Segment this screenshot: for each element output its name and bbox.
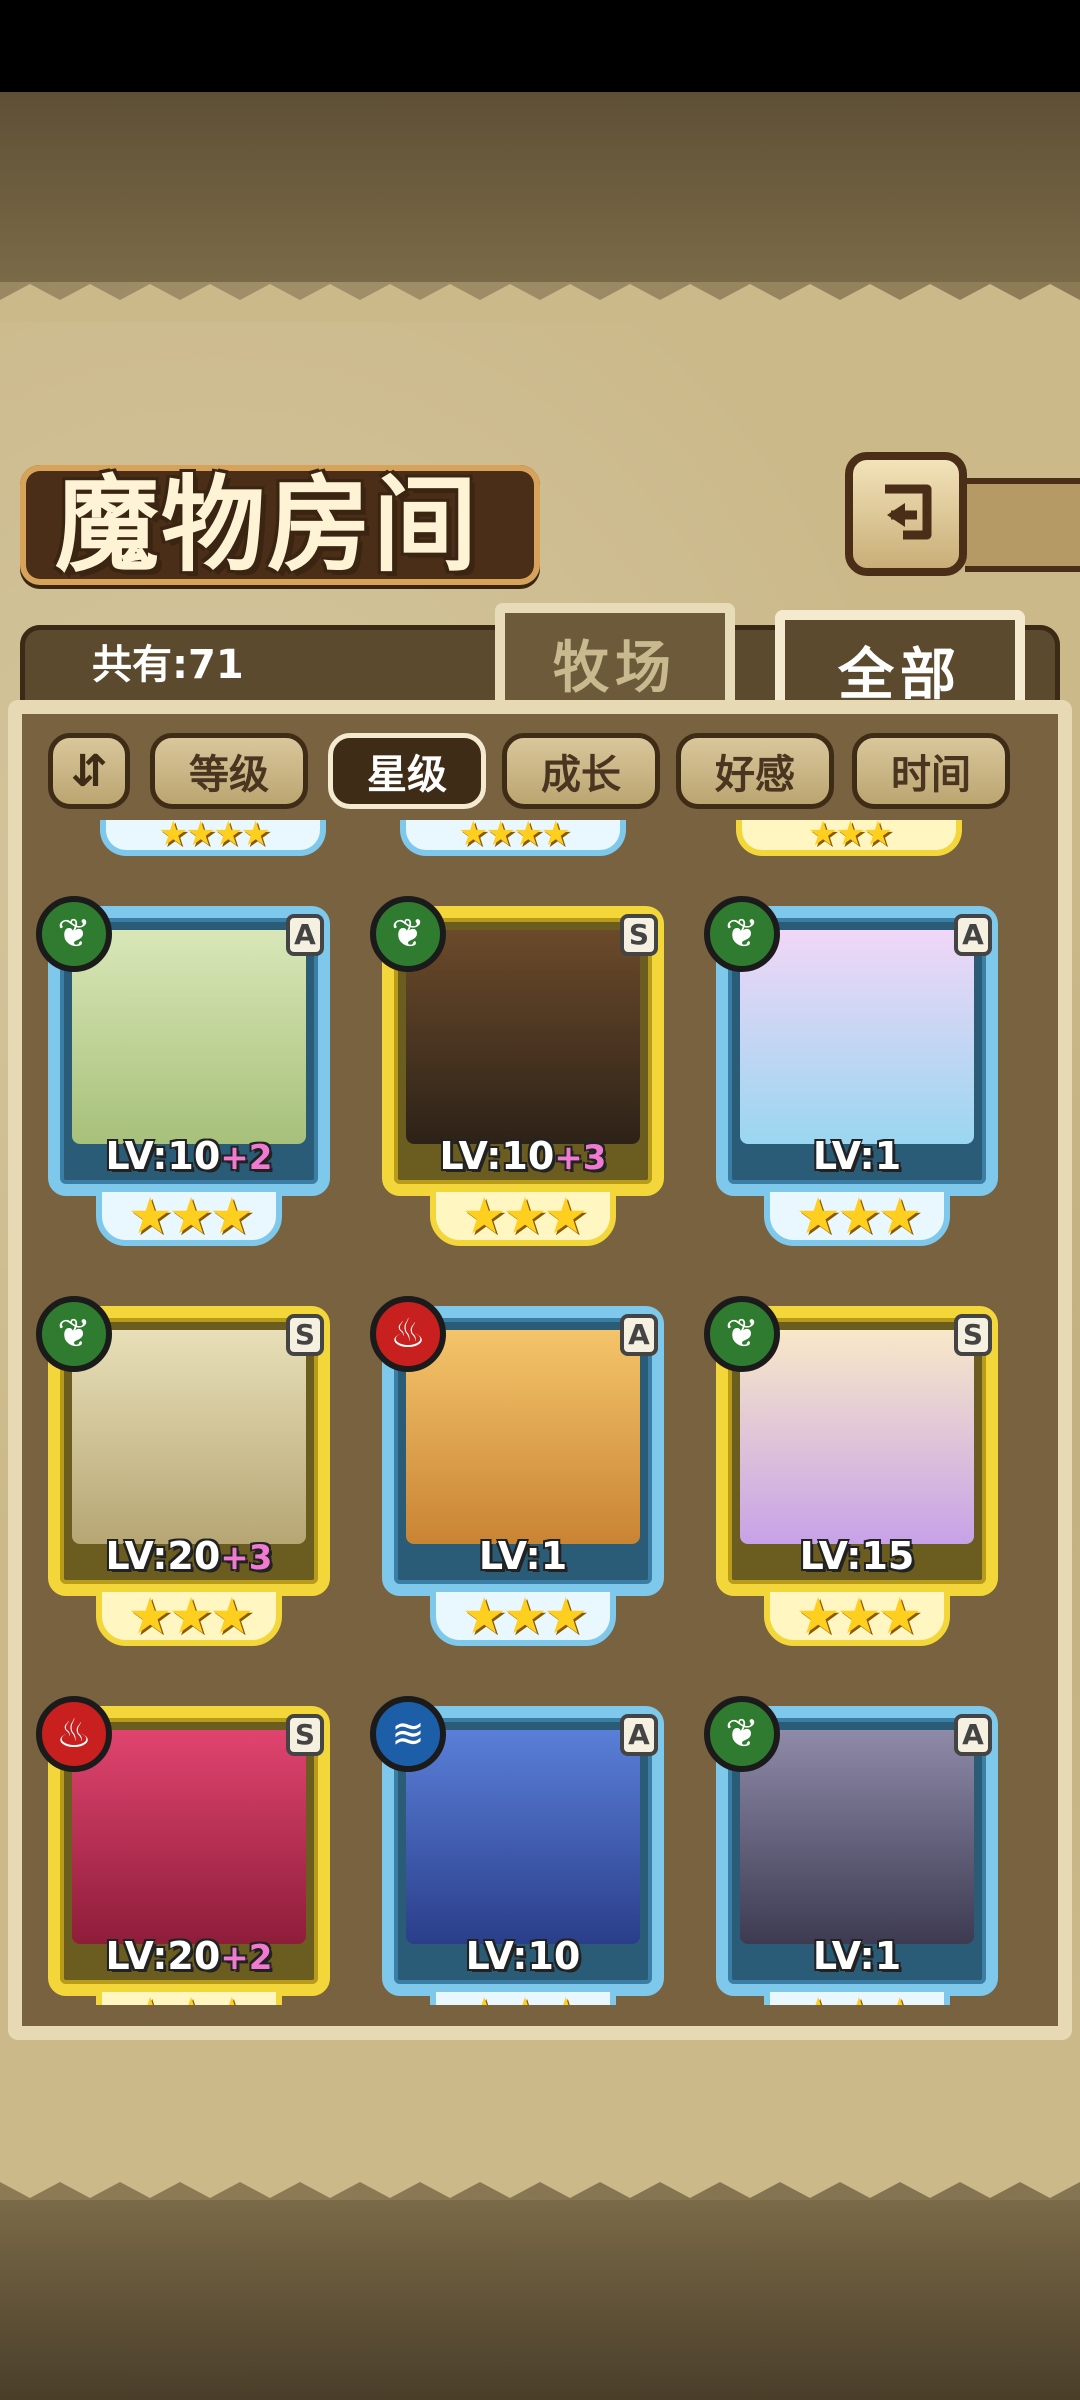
monster-card[interactable]: LV:10 A ≋ ★★★ — [370, 1696, 676, 2005]
level-text: LV:1 — [812, 1134, 902, 1178]
monster-portrait — [72, 1330, 306, 1544]
back-arrow-icon — [885, 484, 932, 540]
level-text: LV:1 — [812, 1934, 902, 1978]
monster-portrait — [406, 1730, 640, 1944]
star-rating: ★★★ — [430, 1186, 616, 1246]
level-text: LV:20 — [105, 1934, 221, 1978]
top-map-band — [0, 92, 1080, 282]
sort-star-button[interactable]: 星级 — [328, 733, 486, 809]
grass-element-icon: ❦ — [370, 896, 446, 972]
sort-order-icon[interactable]: ⇵ — [48, 733, 130, 809]
monster-portrait — [72, 1730, 306, 1944]
level-text: LV:15 — [799, 1534, 915, 1578]
monster-portrait — [740, 1330, 974, 1544]
status-bar — [0, 0, 1080, 92]
monster-card[interactable]: LV:10+3 S ❦ ★★★ — [370, 896, 676, 1256]
grass-element-icon: ❦ — [704, 896, 780, 972]
sort-level-button[interactable]: 等级 — [150, 733, 308, 809]
zigzag-edge-bottom — [0, 2160, 1080, 2198]
monster-card[interactable]: LV:10+2 A ❦ ★★★ — [36, 896, 342, 1256]
star-rating: ★★★ — [764, 1186, 950, 1246]
monster-portrait — [406, 930, 640, 1144]
star-rating: ★★★ — [430, 1986, 616, 2005]
sort-time-button[interactable]: 时间 — [852, 733, 1010, 809]
grass-element-icon: ❦ — [704, 1696, 780, 1772]
fire-element-icon: ♨ — [36, 1696, 112, 1772]
monster-portrait — [740, 930, 974, 1144]
level-bonus: +2 — [220, 1938, 273, 1978]
level-text: LV:20 — [105, 1534, 221, 1578]
monster-level: LV:10 — [394, 1934, 652, 1978]
rank-badge: S — [286, 1314, 324, 1356]
grass-element-icon: ❦ — [36, 896, 112, 972]
monster-level: LV:1 — [728, 1134, 986, 1178]
monster-card[interactable]: LV:1 A ❦ ★★★ — [704, 896, 1010, 1256]
monster-level: LV:1 — [728, 1934, 986, 1978]
back-button-rail — [965, 478, 1080, 572]
monster-card[interactable]: LV:20+2 S ♨ ★★★ — [36, 1696, 342, 2005]
rank-badge: A — [286, 914, 324, 956]
page-title: 魔物房间 — [55, 463, 480, 586]
grass-element-icon: ❦ — [36, 1296, 112, 1372]
monster-level: LV:1 — [394, 1534, 652, 1578]
monster-portrait — [740, 1730, 974, 1944]
monster-card[interactable]: LV:1 A ❦ ★★★ — [704, 1696, 1010, 2005]
back-button[interactable] — [845, 452, 967, 576]
monster-level: LV:20+3 — [60, 1534, 318, 1578]
rank-badge: S — [620, 914, 658, 956]
level-text: LV:10 — [439, 1134, 555, 1178]
bottom-map-band — [0, 2200, 1080, 2400]
level-bonus: +2 — [220, 1138, 273, 1178]
star-rating: ★★★ — [764, 1986, 950, 2005]
monster-level: LV:10+2 — [60, 1134, 318, 1178]
star-rating: ★★★ — [430, 1586, 616, 1646]
zigzag-edge-top — [0, 284, 1080, 322]
monster-level: LV:15 — [728, 1534, 986, 1578]
grass-element-icon: ❦ — [704, 1296, 780, 1372]
star-rating: ★★★ — [96, 1586, 282, 1646]
water-element-icon: ≋ — [370, 1696, 446, 1772]
monster-portrait — [406, 1330, 640, 1544]
sort-growth-button[interactable]: 成长 — [502, 733, 660, 809]
fire-element-icon: ♨ — [370, 1296, 446, 1372]
monster-count: 共有:71 — [92, 642, 244, 688]
monster-level: LV:20+2 — [60, 1934, 318, 1978]
monster-card[interactable]: LV:15 S ❦ ★★★ — [704, 1296, 1010, 1656]
rank-badge: A — [620, 1714, 658, 1756]
rank-badge: A — [954, 1714, 992, 1756]
star-rating: ★★★ — [96, 1186, 282, 1246]
monster-portrait — [72, 930, 306, 1144]
tab-pasture[interactable]: 牧场 — [495, 603, 735, 713]
rank-badge: S — [286, 1714, 324, 1756]
level-bonus: +3 — [554, 1138, 607, 1178]
star-rating: ★★★ — [96, 1986, 282, 2005]
level-text: LV:10 — [105, 1134, 221, 1178]
monster-grid: LV:10+2 A ❦ ★★★ LV:10+3 S ❦ ★★★ LV:1 A ❦ ★★★ LV:20+3… — [36, 820, 1044, 2005]
star-rating: ★★★ — [764, 1586, 950, 1646]
monster-card[interactable]: LV:1 A ♨ ★★★ — [370, 1296, 676, 1656]
monster-card[interactable]: LV:20+3 S ❦ ★★★ — [36, 1296, 342, 1656]
monster-level: LV:10+3 — [394, 1134, 652, 1178]
level-text: LV:10 — [465, 1934, 581, 1978]
level-bonus: +3 — [220, 1538, 273, 1578]
level-text: LV:1 — [478, 1534, 568, 1578]
rank-badge: S — [954, 1314, 992, 1356]
rank-badge: A — [954, 914, 992, 956]
rank-badge: A — [620, 1314, 658, 1356]
sort-affection-button[interactable]: 好感 — [676, 733, 834, 809]
